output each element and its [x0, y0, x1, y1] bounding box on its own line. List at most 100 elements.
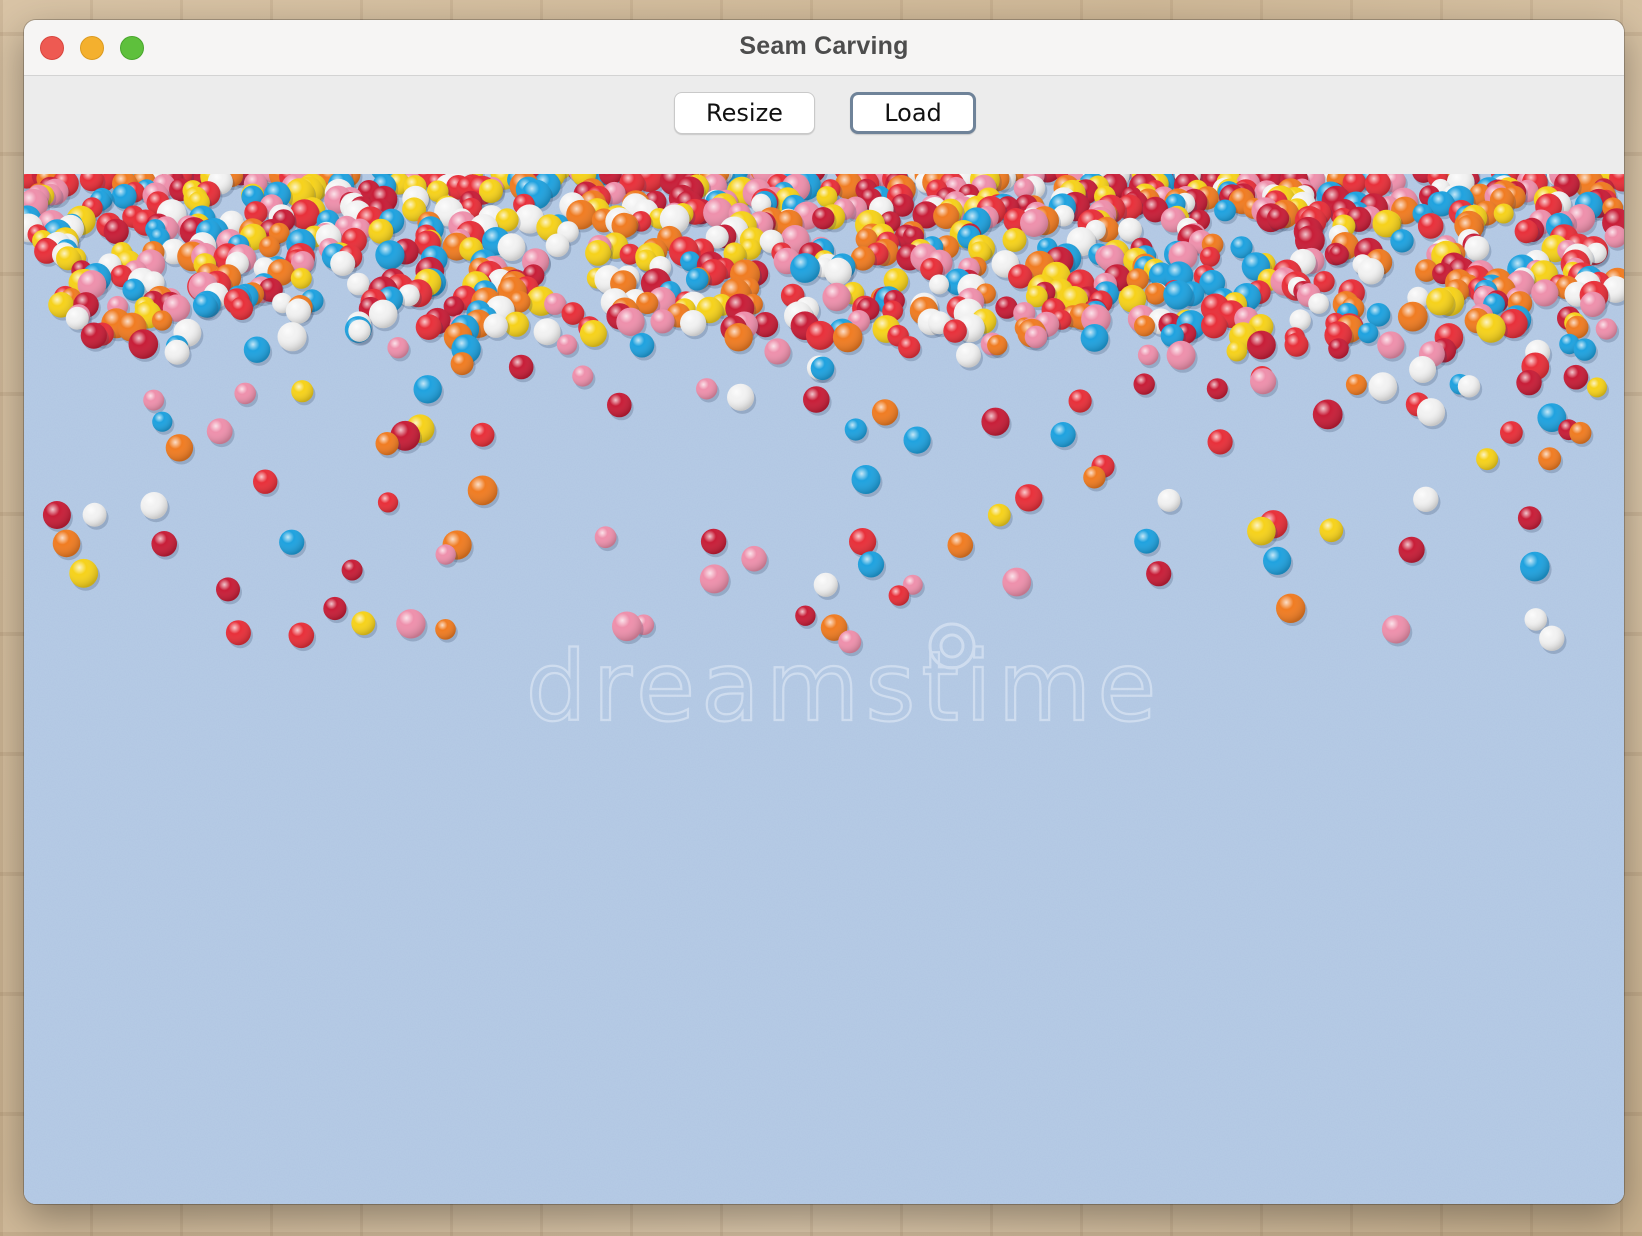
- sprinkle-highlight: [813, 572, 838, 597]
- sprinkle-highlight: [285, 298, 311, 324]
- sprinkle-highlight: [82, 502, 107, 527]
- sprinkle-highlight: [377, 492, 399, 513]
- sprinkle-highlight: [629, 332, 655, 358]
- sprinkle-highlight: [1312, 399, 1343, 430]
- sprinkle-highlight: [1580, 291, 1606, 317]
- sprinkle-highlight: [1214, 199, 1236, 222]
- sprinkle-highlight: [164, 339, 190, 365]
- sprinkle-highlight: [764, 338, 791, 365]
- sprinkle-highlight: [795, 605, 816, 626]
- sprinkle-highlight: [279, 529, 305, 555]
- sprinkle-highlight: [1263, 546, 1292, 575]
- sprinkle-highlight: [1587, 377, 1607, 398]
- image-canvas[interactable]: dreamstime: [24, 174, 1624, 1204]
- sprinkle-highlight: [1357, 258, 1385, 285]
- toolbar: Resize Load: [24, 76, 1624, 174]
- sprinkle-highlight: [1516, 369, 1542, 396]
- sprinkle-highlight: [903, 426, 931, 454]
- sprinkle-highlight: [888, 585, 910, 606]
- sprinkle-highlight: [1531, 279, 1559, 307]
- sprinkle-highlight: [556, 334, 578, 355]
- sprinkle-highlight: [1416, 398, 1446, 427]
- sprinkle-highlight: [1083, 466, 1106, 489]
- sprinkle-highlight: [1247, 516, 1276, 546]
- sprinkle-highlight: [1409, 356, 1437, 383]
- sprinkle-highlight: [206, 418, 233, 445]
- sprinkle-highlight: [290, 267, 312, 289]
- sprinkle-highlight: [368, 218, 394, 244]
- sprinkle-highlight: [450, 352, 474, 376]
- sprinkle-highlight: [1345, 374, 1367, 396]
- sprinkle-highlight: [1134, 315, 1155, 337]
- sprinkle-highlight: [987, 503, 1011, 527]
- sprinkle-highlight: [981, 407, 1010, 436]
- sprinkle-highlight: [508, 354, 534, 380]
- sprinkle-highlight: [1201, 312, 1227, 339]
- sprinkle-highlight: [947, 532, 974, 558]
- sprinkle-highlight: [1166, 340, 1196, 370]
- sprinkle-highlight: [1476, 448, 1499, 471]
- sprinkle-highlight: [533, 318, 561, 346]
- sprinkle-highlight: [585, 240, 611, 266]
- sprinkle-highlight: [216, 577, 240, 602]
- sprinkle-highlight: [1284, 332, 1309, 357]
- sprinkle-highlight: [1206, 378, 1228, 400]
- sprinkle-highlight: [143, 389, 165, 411]
- sprinkle-highlight: [1520, 551, 1550, 582]
- sprinkle-highlight: [871, 399, 899, 426]
- sprinkle-highlight: [1020, 208, 1049, 237]
- sprinkle-highlight: [987, 334, 1008, 356]
- sprinkle-highlight: [1357, 322, 1379, 344]
- sprinkle-highlight: [1002, 227, 1027, 252]
- load-button[interactable]: Load: [850, 92, 976, 134]
- sprinkle-highlight: [375, 432, 399, 456]
- sprinkle-highlight: [348, 319, 371, 342]
- title-bar[interactable]: Seam Carving: [24, 20, 1624, 76]
- sprinkle-highlight: [151, 531, 177, 557]
- sprinkle-highlight: [1476, 313, 1506, 343]
- sprinkle-highlight: [1163, 280, 1193, 310]
- sprinkle-highlight: [80, 322, 107, 349]
- sprinkle-highlight: [1398, 536, 1425, 563]
- sprinkle-highlight: [103, 218, 129, 244]
- sprinkle-highlight: [1538, 447, 1562, 471]
- resize-button[interactable]: Resize: [674, 92, 815, 134]
- sprinkle-highlight: [341, 559, 363, 581]
- sprinkle-highlight: [1146, 561, 1172, 587]
- sprinkle-highlight: [323, 596, 347, 621]
- sprinkle-highlight: [1413, 486, 1439, 512]
- sprinkle-highlight: [1247, 330, 1276, 360]
- sprinkle-highlight: [956, 342, 981, 368]
- sprinkle-highlight: [69, 558, 99, 588]
- sprinkle-highlight: [413, 375, 442, 404]
- sprinkle-highlight: [1002, 567, 1032, 597]
- sprinkle-highlight: [680, 310, 707, 337]
- sprinkle-highlight: [253, 469, 278, 494]
- sprinkle-highlight: [234, 382, 256, 405]
- sprinkle-highlight: [616, 307, 645, 336]
- sprinkle-highlight: [291, 380, 314, 403]
- sprinkle-highlight: [396, 609, 426, 639]
- sprinkle-highlight: [229, 296, 253, 320]
- sprinkle-highlight: [470, 422, 495, 447]
- sprinkle-highlight: [822, 282, 851, 312]
- sprinkle-highlight: [810, 356, 835, 381]
- sprinkle-highlight: [699, 564, 729, 594]
- sprinkle-highlight: [805, 320, 835, 350]
- sprinkle-highlight: [165, 434, 194, 462]
- sprinkle-highlight: [1137, 344, 1159, 366]
- sprinkle-highlight: [1381, 615, 1411, 644]
- sprinkle-highlight: [52, 529, 81, 558]
- sprinkle-highlight: [832, 322, 863, 353]
- sprinkles-image: dreamstime: [24, 174, 1624, 1204]
- sprinkle-highlight: [685, 268, 709, 291]
- sprinkle-highlight: [594, 526, 617, 549]
- sprinkle-highlight: [1569, 421, 1592, 444]
- sprinkle-highlight: [1157, 488, 1181, 512]
- sprinkle-highlight: [1417, 213, 1444, 239]
- window-title: Seam Carving: [739, 32, 909, 60]
- sprinkle-highlight: [824, 257, 852, 286]
- sprinkle-highlight: [351, 611, 376, 636]
- sprinkle-highlight: [898, 336, 921, 359]
- sprinkle-highlight: [415, 314, 442, 340]
